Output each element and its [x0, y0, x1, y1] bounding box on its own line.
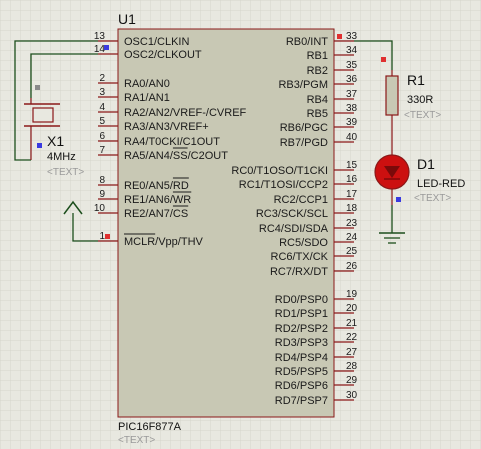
pin-label: RC0/T1OSO/T1CKI — [231, 165, 328, 177]
pin-number: 5 — [99, 116, 105, 127]
pin-number: 1 — [99, 231, 105, 242]
u1-text-placeholder: <TEXT> — [118, 435, 155, 446]
rb0-pin-marker — [337, 34, 342, 39]
pin-label: RD6/PSP6 — [275, 380, 328, 392]
schematic: U1 PIC16F877A <TEXT> 13 OSC1/CLKIN14 OSC2/… — [0, 0, 481, 449]
pin-number: 23 — [346, 218, 358, 229]
pin-label: RA0/AN0 — [124, 78, 170, 90]
pin-label: RB3/PGM — [278, 79, 328, 91]
pin-label: RC1/T1OSI/CCP2 — [239, 179, 328, 191]
pin-label: RB4 — [307, 94, 328, 106]
pin-number: 20 — [346, 303, 358, 314]
pin-number: 15 — [346, 160, 358, 171]
osc2-pin-marker — [104, 45, 109, 50]
pin-label: RA2/AN2/VREF-/CVREF — [124, 107, 247, 119]
pin-label: RA4/T0CKI/C1OUT — [124, 136, 220, 148]
pin-label: RD7/PSP7 — [275, 395, 328, 407]
pin-number: 37 — [346, 89, 358, 100]
pin-number: 30 — [346, 390, 358, 401]
x1-text-placeholder: <TEXT> — [47, 167, 84, 178]
pin-label: RD5/PSP5 — [275, 366, 328, 378]
pin-number: 26 — [346, 261, 358, 272]
pin-label: RB2 — [307, 65, 328, 77]
d1-value-label: LED-RED — [417, 178, 465, 190]
pin-number: 38 — [346, 103, 358, 114]
pin-number: 10 — [94, 203, 106, 214]
pin-number: 16 — [346, 174, 358, 185]
pin-label: RC6/TX/CK — [271, 251, 329, 263]
schematic-canvas[interactable]: U1 PIC16F877A <TEXT> 13 OSC1/CLKIN 14 OSC2/… — [0, 0, 481, 449]
pin-number: 39 — [346, 117, 358, 128]
pin-label: RC2/CCP1 — [274, 194, 328, 206]
pin-number: 9 — [99, 189, 105, 200]
r1-body — [385, 75, 399, 116]
pin-label: RA5/AN4/SS/C2OUT — [124, 150, 228, 162]
pin-number: 29 — [346, 375, 358, 386]
pin-label: RD4/PSP4 — [275, 352, 328, 364]
pin-label: RC4/SDI/SDA — [259, 223, 329, 235]
u1-ref-label: U1 — [118, 11, 136, 27]
pin-number: 24 — [346, 232, 358, 243]
pin-number: 6 — [99, 131, 105, 142]
d1-ref-label: D1 — [417, 156, 435, 172]
x1-pin-marker-bottom — [37, 143, 42, 148]
r1-pin-marker — [381, 57, 386, 62]
pin-label: RB1 — [307, 50, 328, 62]
pin-number: 3 — [99, 87, 105, 98]
pin-label: RD2/PSP2 — [275, 323, 328, 335]
x1-value-label: 4MHz — [47, 151, 76, 163]
pin-number: 28 — [346, 361, 358, 372]
x1-ref-label: X1 — [47, 133, 64, 149]
pin-number: 40 — [346, 132, 358, 143]
pin-label: MCLR/Vpp/THV — [124, 236, 204, 248]
pin-label: RB5 — [307, 108, 328, 120]
pin-number: 36 — [346, 74, 358, 85]
pin-number: 27 — [346, 347, 358, 358]
pin-label: RC3/SCK/SCL — [256, 208, 328, 220]
pin-label: RB6/PGC — [280, 122, 328, 134]
pin-number: 7 — [99, 145, 105, 156]
pin-label: RA3/AN3/VREF+ — [124, 121, 209, 133]
x1-pin-marker-top — [35, 85, 40, 90]
pin-number: 4 — [99, 102, 105, 113]
pin-label: RD0/PSP0 — [275, 294, 328, 306]
pin-label: RD3/PSP3 — [275, 337, 328, 349]
pin-label: RB7/PGD — [280, 137, 328, 149]
pin-label: RC7/RX/DT — [270, 266, 328, 278]
x1-body — [32, 107, 54, 123]
pin-label: RB0/INT — [286, 36, 328, 48]
pin-label: RA1/AN1 — [124, 92, 170, 104]
pin-number: 19 — [346, 289, 358, 300]
pin-number: 21 — [346, 318, 358, 329]
pin-label: RE2/AN7/CS — [124, 208, 188, 220]
pin-number: 25 — [346, 246, 358, 257]
r1-value-label: 330R — [407, 94, 433, 106]
mclr-pin-marker — [105, 234, 110, 239]
pin-number: 22 — [346, 332, 358, 343]
pin-number: 34 — [346, 45, 358, 56]
pin-label: RD1/PSP1 — [275, 308, 328, 320]
pin-number: 18 — [346, 203, 358, 214]
r1-ref-label: R1 — [407, 72, 425, 88]
pin-label: OSC1/CLKIN — [124, 36, 189, 48]
u1-pic16f877a[interactable]: U1 PIC16F877A <TEXT> 13 OSC1/CLKIN14 OSC2/… — [94, 11, 358, 446]
u1-part-label: PIC16F877A — [118, 421, 182, 433]
pin-number: 17 — [346, 189, 358, 200]
d1-text-placeholder: <TEXT> — [414, 193, 451, 204]
pin-label: OSC2/CLKOUT — [124, 49, 202, 61]
pin-label: RE1/AN6/WR — [124, 194, 191, 206]
pin-label: RE0/AN5/RD — [124, 180, 189, 192]
r1-text-placeholder: <TEXT> — [404, 110, 441, 121]
pin-number: 2 — [99, 73, 105, 84]
pin-number: 35 — [346, 60, 358, 71]
d1-pin-marker — [396, 197, 401, 202]
pin-number: 8 — [99, 175, 105, 186]
pin-label: RC5/SDO — [279, 237, 328, 249]
